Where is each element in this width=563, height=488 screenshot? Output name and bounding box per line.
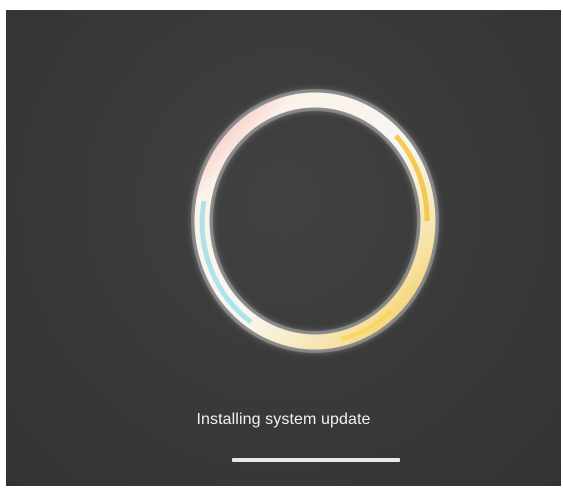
status-text: Installing system update: [196, 411, 371, 428]
progress-fill: [232, 458, 400, 462]
boot-ring-icon: [191, 89, 439, 353]
update-screen: Installing system update: [6, 10, 561, 486]
progress-bar: [232, 458, 400, 462]
ring-svg: [191, 89, 439, 353]
